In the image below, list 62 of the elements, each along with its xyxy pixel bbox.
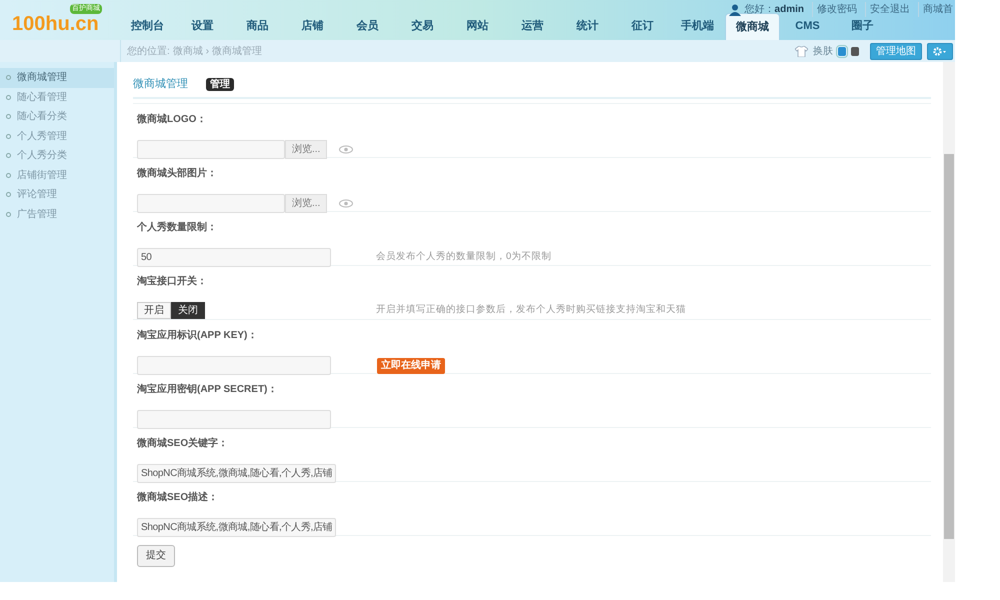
submit-button[interactable]: 提交 xyxy=(137,544,175,566)
header-link[interactable]: 商城首 xyxy=(918,2,953,17)
nav-tab[interactable]: 交易 xyxy=(395,13,450,40)
toggle-option[interactable]: 关闭 xyxy=(171,302,205,319)
nav-tab[interactable]: 会员 xyxy=(340,13,395,40)
nav-tab[interactable]: 运营 xyxy=(505,13,560,40)
sidebar-item[interactable]: 个人秀管理 xyxy=(0,126,114,146)
field-label: 淘宝接口开关： xyxy=(137,274,208,289)
preview-icon[interactable] xyxy=(339,145,354,154)
tab[interactable]: 管理 xyxy=(206,78,234,91)
breadcrumb-separator: › xyxy=(206,44,210,58)
skin-swatch[interactable] xyxy=(851,46,859,56)
sidebar-item[interactable]: 随心看管理 xyxy=(0,88,114,107)
map-button[interactable]: 管理地图 xyxy=(870,42,922,60)
browse-button[interactable]: 浏览... xyxy=(285,140,328,159)
input-field[interactable] xyxy=(137,356,331,375)
nav-tab[interactable]: 网站 xyxy=(450,13,505,40)
sidebar-item[interactable]: 微商城管理 xyxy=(0,68,114,88)
hint-text: 会员发布个人秀的数量限制，0为不限制 xyxy=(376,250,552,264)
skin-label: 换肤 xyxy=(813,44,833,58)
input-field[interactable] xyxy=(137,410,331,429)
input-field[interactable] xyxy=(137,140,285,159)
shirt-icon xyxy=(795,46,808,56)
settings-button[interactable] xyxy=(927,42,953,60)
hint-text: 开启并填写正确的接口参数后，发布个人秀时购买链接支持淘宝和天猫 xyxy=(376,303,686,318)
sidebar-item[interactable]: 广告管理 xyxy=(0,204,114,224)
field-label: 淘宝应用密钥(APP SECRET)： xyxy=(137,382,278,397)
skin-swatch[interactable] xyxy=(838,46,846,56)
sidebar-item[interactable]: 个人秀分类 xyxy=(0,146,114,166)
field-label: 淘宝应用标识(APP KEY)： xyxy=(137,328,258,343)
field-label: 微商城头部图片： xyxy=(137,166,218,181)
sidebar-item[interactable]: 评论管理 xyxy=(0,185,114,204)
nav-tab[interactable]: 征订 xyxy=(615,13,670,40)
breadcrumb-label: 您的位置: xyxy=(127,44,170,58)
preview-icon[interactable] xyxy=(339,199,354,208)
nav-tab[interactable]: 统计 xyxy=(560,13,615,40)
nav-tab[interactable]: 商品 xyxy=(230,13,285,40)
input-field[interactable]: ShopNC商城系统,微商城,随心看,个人秀,店铺 xyxy=(137,464,336,483)
nav-tab[interactable]: 店铺 xyxy=(285,13,340,40)
header-link[interactable]: 安全退出 xyxy=(865,2,910,17)
logo-text: 100hu.cn xyxy=(12,14,99,34)
nav-tab[interactable]: 手机端 xyxy=(670,13,725,40)
apply-online-button[interactable]: 立即在线申请 xyxy=(377,358,445,374)
sidebar-item[interactable]: 随心看分类 xyxy=(0,107,114,126)
scrollbar[interactable] xyxy=(943,62,955,582)
browse-button[interactable]: 浏览... xyxy=(285,194,328,213)
input-field[interactable]: 50 xyxy=(137,248,331,267)
input-field[interactable]: ShopNC商城系统,微商城,随心看,个人秀,店铺 xyxy=(137,518,336,537)
nav-tab[interactable]: 设置 xyxy=(175,13,230,40)
nav-tab[interactable]: 控制台 xyxy=(120,13,175,40)
sidebar-item[interactable]: 店铺街管理 xyxy=(0,166,114,185)
field-label: 微商城SEO描述： xyxy=(137,490,220,505)
page-title: 微商城管理 xyxy=(133,76,188,92)
field-label: 微商城SEO关键字： xyxy=(137,436,230,451)
input-field[interactable] xyxy=(137,194,285,213)
toggle-option[interactable]: 开启 xyxy=(137,302,171,319)
header-link[interactable]: 修改密码 xyxy=(812,2,857,17)
field-label: 微商城LOGO： xyxy=(137,112,208,127)
nav-tab[interactable]: 微商城 xyxy=(725,13,780,40)
field-label: 个人秀数量限制： xyxy=(137,220,218,235)
user-icon xyxy=(728,4,741,16)
settings-icon xyxy=(933,46,947,56)
